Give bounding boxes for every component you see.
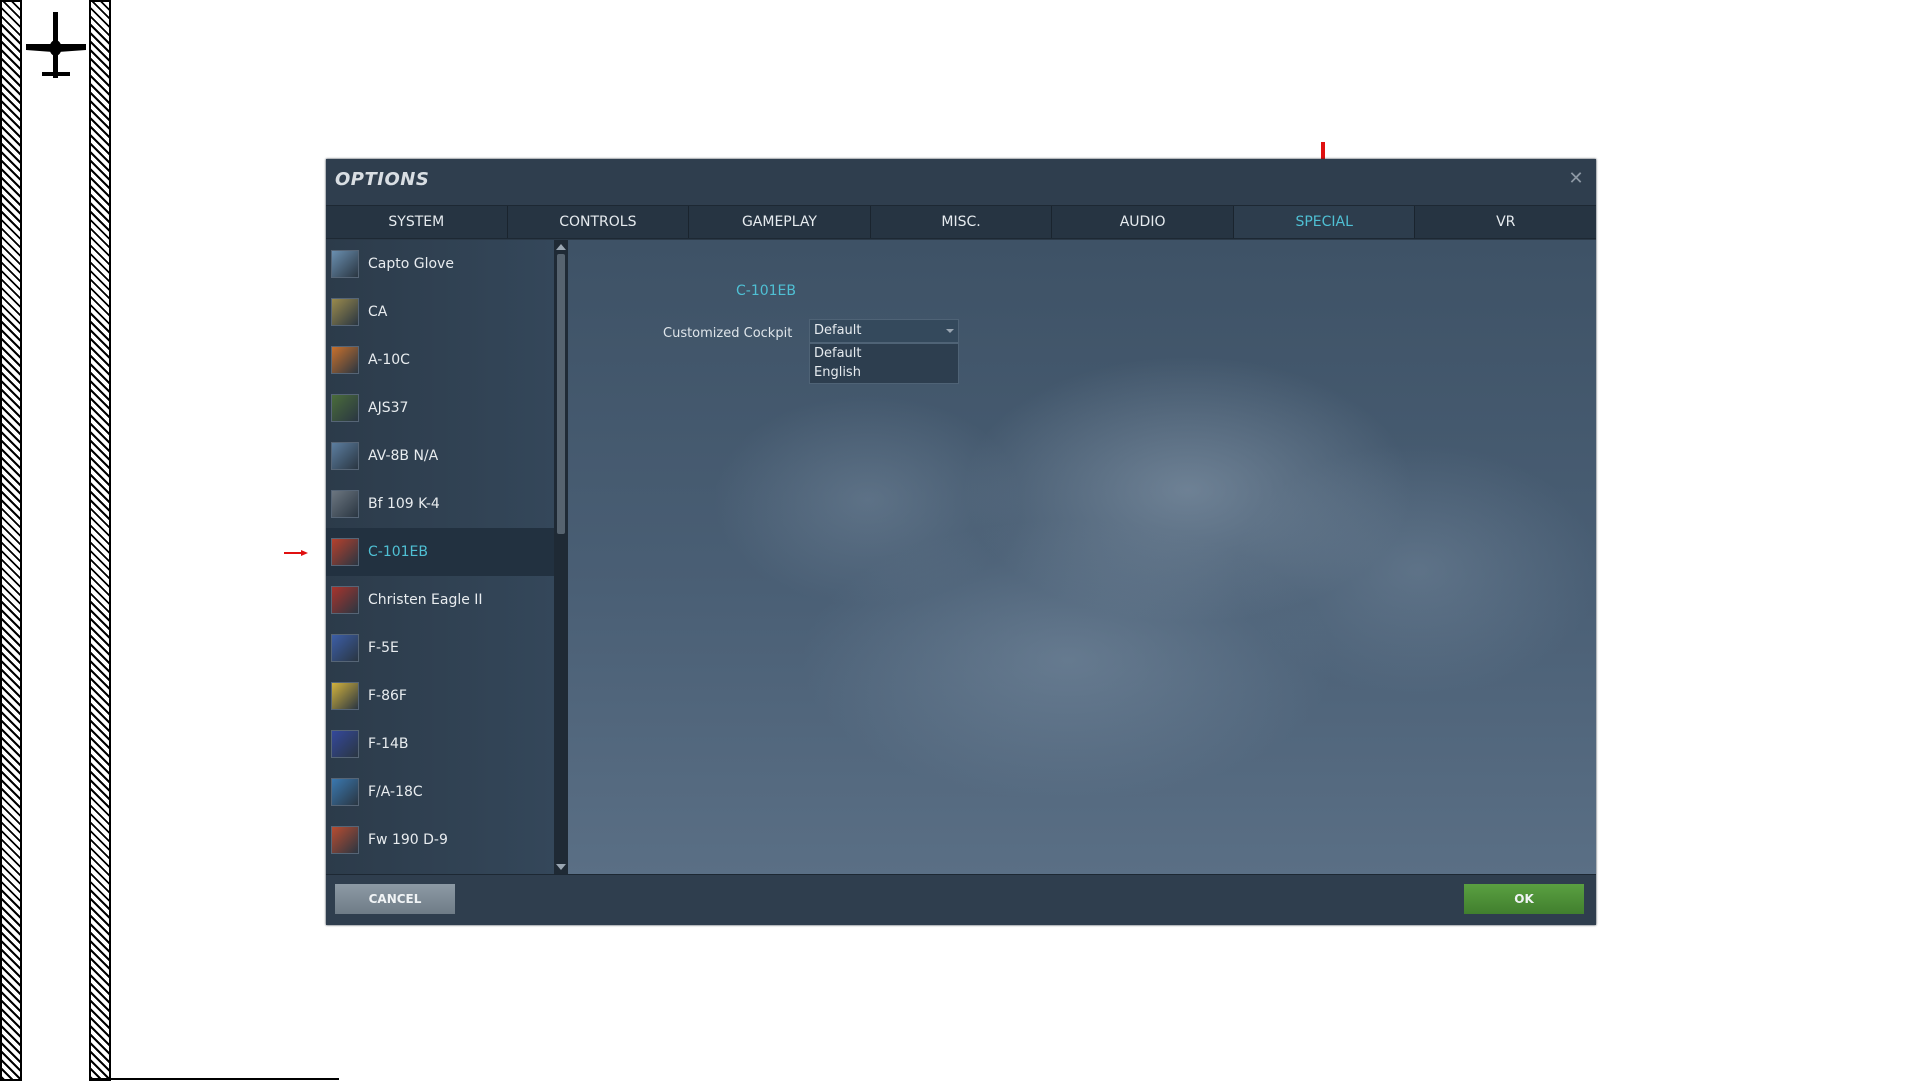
sidebar-item-label: F-86F — [368, 688, 407, 704]
f86f-icon — [331, 682, 359, 710]
hatched-border-left — [0, 0, 22, 1081]
scroll-down-icon[interactable] — [556, 864, 566, 870]
fw190-icon — [331, 826, 359, 854]
section-title: C-101EB — [736, 283, 796, 299]
sidebar-item-ajs37[interactable]: AJS37 — [326, 384, 554, 432]
capto-glove-icon — [331, 250, 359, 278]
fa18c-icon — [331, 778, 359, 806]
bf109-icon — [331, 490, 359, 518]
sidebar-item-label: AJS37 — [368, 400, 409, 416]
f5e-icon — [331, 634, 359, 662]
sidebar-item-bf109[interactable]: Bf 109 K-4 — [326, 480, 554, 528]
sidebar-item-c101eb[interactable]: C-101EB — [326, 528, 554, 576]
dialog-titlebar: OPTIONS ✕ — [326, 159, 1596, 205]
c101eb-icon — [331, 538, 359, 566]
sidebar-item-christen-eagle[interactable]: Christen Eagle II — [326, 576, 554, 624]
tab-controls[interactable]: CONTROLS — [507, 206, 690, 238]
sidebar-item-fa18c[interactable]: F/A-18C — [326, 768, 554, 816]
sidebar-item-label: CA — [368, 304, 388, 320]
ajs37-icon — [331, 394, 359, 422]
christen-eagle-icon — [331, 586, 359, 614]
a10c-icon — [331, 346, 359, 374]
av8b-icon — [331, 442, 359, 470]
dropdown-option-english[interactable]: English — [810, 363, 958, 382]
sidebar-item-label: A-10C — [368, 352, 410, 368]
scrollbar-thumb[interactable] — [557, 254, 565, 534]
module-list: Capto Glove CA A-10C AJS37 AV-8B N/A Bf 109 K… — [326, 240, 554, 874]
sidebar-item-ca[interactable]: CA — [326, 288, 554, 336]
annotation-arrow-right-icon — [284, 550, 308, 556]
f14b-icon — [331, 730, 359, 758]
sidebar-item-label: C-101EB — [368, 544, 428, 560]
sidebar-item-label: F/A-18C — [368, 784, 423, 800]
ca-icon — [331, 298, 359, 326]
airplane-icon — [26, 12, 86, 78]
sidebar-item-label: Capto Glove — [368, 256, 454, 272]
dialog-title: OPTIONS — [335, 169, 430, 190]
customized-cockpit-dropdown: Default English — [809, 343, 959, 384]
cancel-button[interactable]: CANCEL — [335, 884, 455, 914]
tab-vr[interactable]: VR — [1415, 206, 1596, 238]
scroll-up-icon[interactable] — [556, 244, 566, 250]
sidebar-item-label: Christen Eagle II — [368, 592, 483, 608]
chevron-down-icon — [946, 329, 954, 333]
tab-misc[interactable]: MISC. — [870, 206, 1053, 238]
sidebar-item-label: Bf 109 K-4 — [368, 496, 440, 512]
sidebar-item-label: AV-8B N/A — [368, 448, 439, 464]
tab-audio[interactable]: AUDIO — [1052, 206, 1234, 238]
dropdown-option-default[interactable]: Default — [810, 344, 958, 363]
sidebar-item-f86f[interactable]: F-86F — [326, 672, 554, 720]
sidebar-item-label: Fw 190 D-9 — [368, 832, 448, 848]
ok-button[interactable]: OK — [1464, 884, 1584, 914]
hatched-border-right — [89, 0, 111, 1081]
sidebar-item-av8b[interactable]: AV-8B N/A — [326, 432, 554, 480]
select-value: Default — [814, 323, 862, 338]
sidebar-item-capto-glove[interactable]: Capto Glove — [326, 240, 554, 288]
special-options-panel: C-101EB Customized Cockpit Default Defau… — [568, 240, 1596, 874]
options-dialog: OPTIONS ✕ SYSTEM CONTROLS GAMEPLAY MISC.… — [326, 159, 1596, 925]
sidebar-item-f14b[interactable]: F-14B — [326, 720, 554, 768]
close-icon[interactable]: ✕ — [1566, 169, 1586, 189]
scrollbar[interactable] — [554, 240, 568, 874]
sidebar-item-label: F-14B — [368, 736, 409, 752]
tab-gameplay[interactable]: GAMEPLAY — [689, 206, 871, 238]
sidebar-item-a10c[interactable]: A-10C — [326, 336, 554, 384]
divider — [89, 1078, 339, 1080]
sidebar-item-fw190[interactable]: Fw 190 D-9 — [326, 816, 554, 864]
dialog-footer: CANCEL OK — [326, 874, 1596, 925]
customized-cockpit-select[interactable]: Default — [809, 319, 959, 343]
customized-cockpit-label: Customized Cockpit — [663, 326, 793, 341]
tab-bar: SYSTEM CONTROLS GAMEPLAY MISC. AUDIO SPE… — [326, 205, 1596, 239]
sidebar-item-label: F-5E — [368, 640, 399, 656]
tab-special[interactable]: SPECIAL — [1233, 206, 1416, 238]
tab-system[interactable]: SYSTEM — [326, 206, 508, 238]
sidebar-item-f5e[interactable]: F-5E — [326, 624, 554, 672]
